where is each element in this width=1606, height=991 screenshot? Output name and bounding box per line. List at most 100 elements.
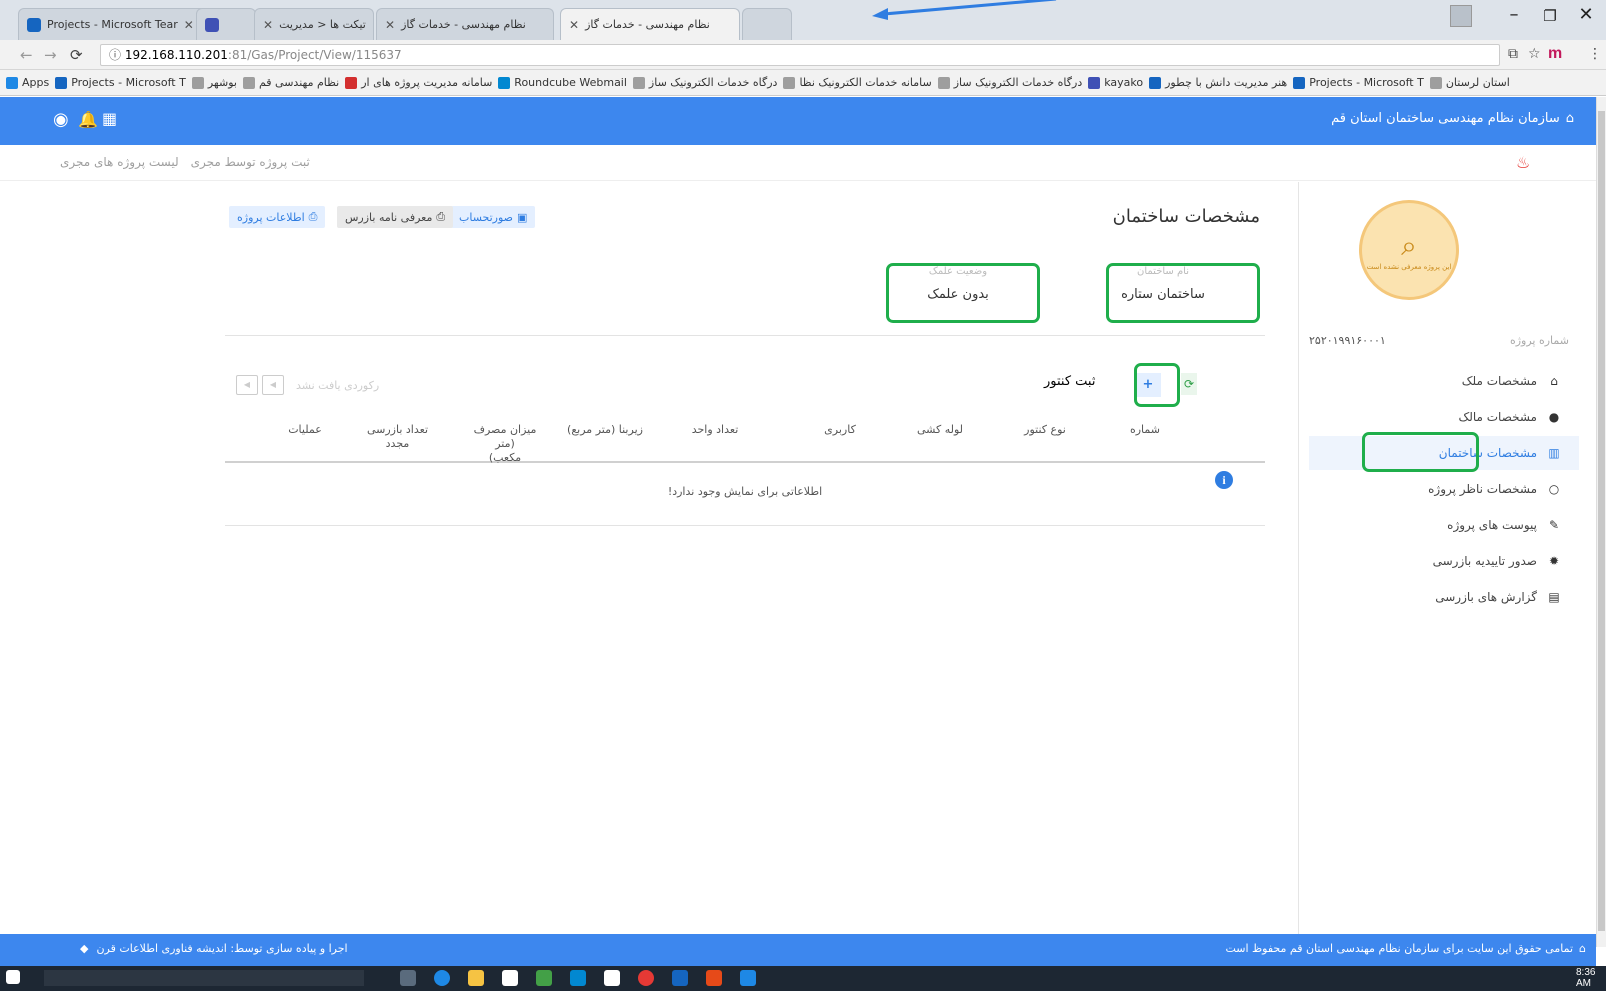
taskbar-search-box[interactable] [44,970,364,986]
teams-icon [1293,76,1306,89]
outlook-icon[interactable] [672,970,688,986]
col-reinspect-line2: مجدد [385,437,410,450]
bookmark-item[interactable]: Projects - Microsoft T [55,76,186,89]
sidebar-item-inspection-reports[interactable]: ▤ گزارش های بازرسی [1309,580,1579,614]
close-icon[interactable]: ✕ [184,18,194,32]
folder-icon[interactable] [468,970,484,986]
building-icon: ▥ [1548,446,1560,460]
sidebar-item-attachments[interactable]: ✎ پیوست های پروژه [1309,508,1579,542]
project-info-button[interactable]: ⎙ اطلاعات پروژه [229,206,326,228]
kayako-icon [205,17,219,32]
close-icon[interactable]: ✕ [385,18,395,32]
bookmark-item[interactable]: درگاه خدمات الکترونیک ساز [632,76,778,89]
col-meter-type: نوع کنتور [1024,423,1066,436]
menu-dots-icon[interactable]: ⋮ [1588,46,1602,62]
org-logo-icon: ⌂ [1579,942,1586,955]
windows-start-icon[interactable] [6,970,20,984]
browser-tab-active[interactable]: ✕ نظام مهندسی - خدمات گاز [560,8,740,40]
taskbar-clock: 8:36 AM [1576,967,1596,989]
breadcrumb-item[interactable]: ثبت پروژه توسط مجری [191,155,310,169]
browser-tab[interactable] [196,8,256,40]
sidebar-item-inspection-approval[interactable]: ✹ صدور تاییدیه بازرسی [1309,544,1579,578]
bookmark-item[interactable]: استان لرستان [1429,76,1510,89]
notepad-icon[interactable] [604,970,620,986]
bookmark-item[interactable]: هنر مدیریت دانش با چطور [1149,76,1287,89]
browser-tab[interactable]: Projects - Microsoft Tear ✕ [18,8,206,40]
chrome-icon[interactable] [638,970,654,986]
pager-first-icon[interactable]: ◀ [236,375,258,395]
store-icon[interactable] [502,970,518,986]
site-title[interactable]: ⌂ سازمان نظام مهندسی ساختمان استان قم [1331,111,1574,126]
statement-button[interactable]: ▣ صورتحساب [451,206,536,228]
profile-icon[interactable]: ◉ [53,109,69,130]
pagination: ◀ ◀ رکوردی یافت نشد [236,375,379,395]
page-scrollbar[interactable] [1596,97,1606,947]
bookmark-item[interactable]: نظام مهندسی قم [242,76,339,89]
page-title: مشخصات ساختمان [1112,206,1260,227]
powerpoint-icon[interactable] [706,970,722,986]
app-icon[interactable] [570,970,586,986]
reload-icon[interactable]: ⟳ [70,46,83,64]
col-usage: کاربری [824,423,856,436]
sidebar-item-label: مشخصات مالک [1458,410,1537,424]
sidebar-item-label: صدور تاییدیه بازرسی [1432,554,1537,568]
excel-icon[interactable] [536,970,552,986]
extension-m-icon[interactable]: m [1548,45,1562,63]
bookmark-item[interactable]: Apps [6,76,49,89]
bookmark-label: Projects - Microsoft T [1309,76,1424,89]
bookmark-item[interactable]: سامانه مدیریت پروژه های ار [345,76,492,89]
sidebar-item-supervisor[interactable]: ○ مشخصات ناظر پروژه [1309,472,1579,506]
breadcrumb-item[interactable]: لیست پروژه های مجری [60,155,179,169]
bookmark-item[interactable]: بوشهر [191,76,237,89]
sidebar-item-building[interactable]: ▥ مشخصات ساختمان [1309,436,1579,470]
divider [225,525,1265,526]
footer-developer[interactable]: اجرا و پیاده سازی توسط: اندیشه فناوری اط… [80,942,348,955]
invoice-icon: ▣ [517,210,528,224]
browser-tab[interactable]: ✕ تیکت ها < مدیریت [254,8,374,40]
new-tab-button[interactable] [742,8,792,40]
table-header-row: شماره نوع کنتور لوله کشی کاربری تعداد وا… [225,417,1265,464]
maximize-button[interactable]: ❐ [1532,7,1568,25]
close-icon[interactable]: ✕ [569,18,579,32]
breadcrumb-bar: ثبت پروژه توسط مجری لیست پروژه های مجری … [0,145,1596,181]
browser-tab[interactable]: ✕ نظام مهندسی - خدمات گاز [376,8,554,40]
add-meter-button[interactable]: + [1135,373,1161,397]
tab-label: تیکت ها < مدیریت [279,18,366,31]
browser-tabstrip: Projects - Microsoft Tear ✕ ✕ تیکت ها < … [0,0,1606,40]
scrollbar-thumb[interactable] [1598,111,1605,931]
bookmark-item[interactable]: سامانه خدمات الکترونیک نظا [783,76,932,89]
task-view-icon[interactable] [400,970,416,986]
pager-prev-icon[interactable]: ◀ [262,375,284,395]
grid-icon[interactable]: ▦ [102,109,117,128]
bookmark-label: درگاه خدمات الکترونیک ساز [648,76,778,89]
translate-icon[interactable]: ⧉ [1508,46,1518,62]
word-icon[interactable] [740,970,756,986]
user-icon: ● [1548,410,1560,424]
close-window-button[interactable]: ✕ [1568,4,1604,25]
bookmark-item[interactable]: Roundcube Webmail [498,76,627,89]
url-input[interactable]: ⓘ 192.168.110.201:81/Gas/Project/View/11… [100,44,1500,66]
star-icon[interactable]: ☆ [1528,46,1541,62]
main-content: مشخصات ساختمان ▣ صورتحساب ⎙ معرفی نامه ب… [0,182,1298,934]
sidebar-item-owner[interactable]: ● مشخصات مالک [1309,400,1579,434]
edge-icon[interactable] [434,970,450,986]
sidebar-item-label: مشخصات ساختمان [1438,446,1537,460]
sidebar-item-property[interactable]: ⌂ مشخصات ملک [1309,364,1579,398]
back-icon[interactable]: ← [20,46,33,64]
sidebar-item-label: مشخصات ملک [1461,374,1537,388]
field-value: بدون علمک [927,287,989,302]
minimize-button[interactable]: – [1496,4,1532,25]
app-header: ◉ 🔔 ▦ ⌂ سازمان نظام مهندسی ساختمان استان… [0,97,1596,145]
bookmark-label: استان لرستان [1445,76,1510,89]
bookmark-item[interactable]: kayako [1088,76,1143,89]
bookmark-item[interactable]: درگاه خدمات الکترونیک ساز [937,76,1082,89]
refresh-icon[interactable]: ⟳ [1181,373,1197,395]
inspector-letter-button[interactable]: ⎙ معرفی نامه بازرس [337,206,454,228]
forward-icon[interactable]: → [44,46,57,64]
close-icon[interactable]: ✕ [263,18,273,32]
bookmark-label: Roundcube Webmail [514,76,627,89]
bookmark-item[interactable]: Projects - Microsoft T [1293,76,1424,89]
bell-icon[interactable]: 🔔 [78,110,98,129]
profile-icon[interactable] [1450,5,1472,27]
bookmark-label: بوشهر [207,76,237,89]
